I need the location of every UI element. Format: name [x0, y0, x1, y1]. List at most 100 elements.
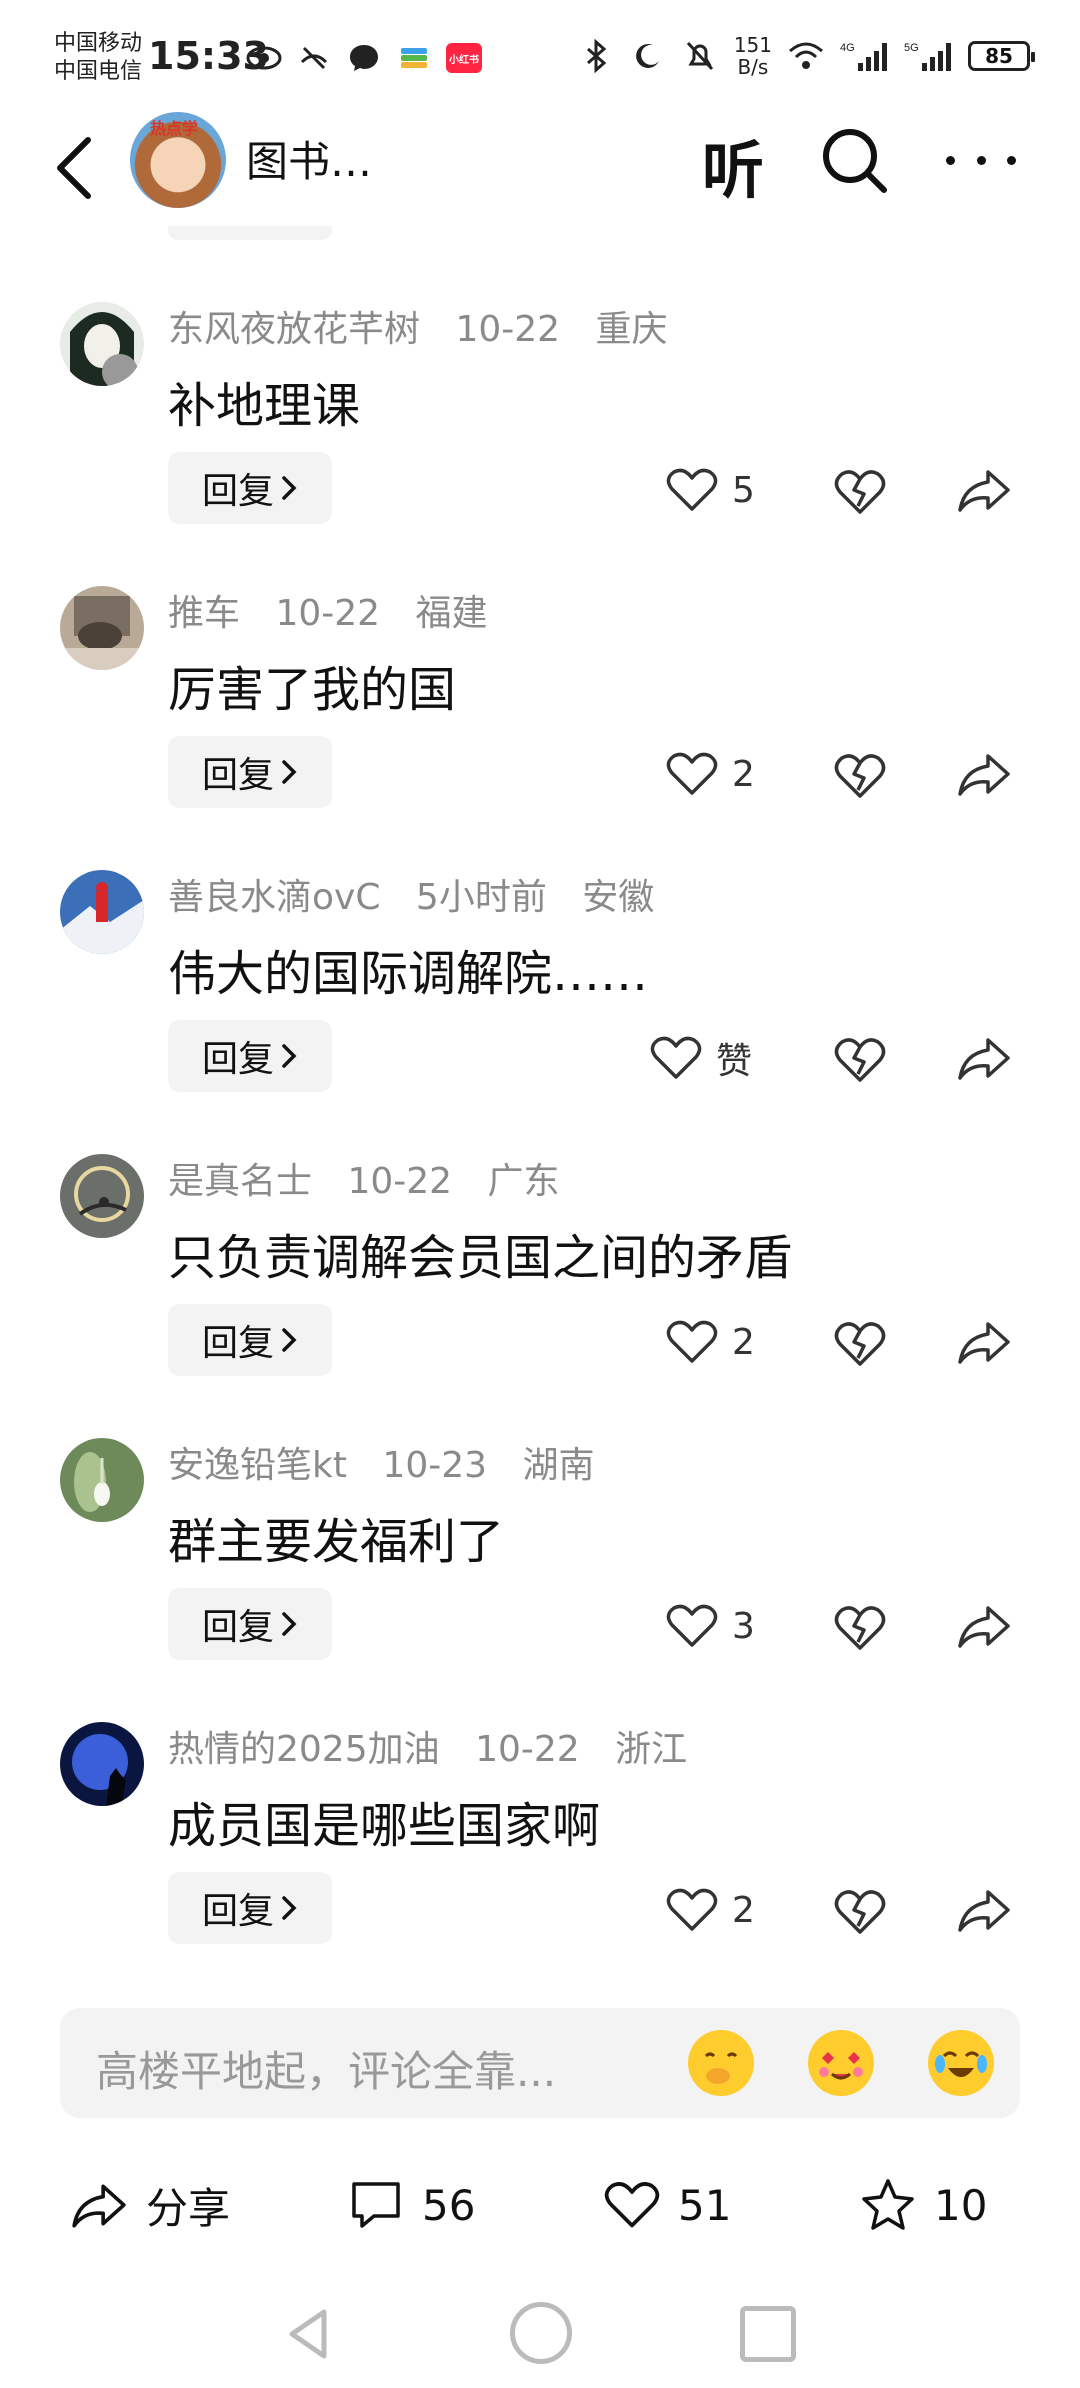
- reply-label: 回复: [201, 1323, 274, 1364]
- like-button[interactable]: 3: [666, 1598, 755, 1654]
- back-button[interactable]: [44, 132, 104, 204]
- comment-text[interactable]: 伟大的国际调解院……: [168, 934, 648, 1004]
- bluetooth-icon: [578, 38, 614, 74]
- system-nav-bar: [0, 2290, 1080, 2388]
- comment-location: 浙江: [615, 1729, 688, 1770]
- svg-text:热点学: 热点学: [150, 119, 198, 138]
- comment-input[interactable]: 高楼平地起，评论全靠...: [60, 2008, 1020, 2118]
- broken-heart-icon: [834, 754, 886, 798]
- star-icon: [862, 2179, 914, 2230]
- comment-username[interactable]: 推车: [168, 593, 240, 634]
- comments-button[interactable]: 56: [348, 2172, 475, 2238]
- user-avatar[interactable]: [60, 1154, 144, 1238]
- heart-icon: [604, 2182, 660, 2228]
- group-avatar[interactable]: 热点学: [130, 112, 226, 208]
- user-avatar[interactable]: [60, 1438, 144, 1522]
- like-count: 3: [732, 1605, 755, 1647]
- broken-heart-icon: [834, 1322, 886, 1366]
- reply-button[interactable]: 回复: [168, 1304, 332, 1376]
- comment-username[interactable]: 是真名士: [168, 1161, 312, 1202]
- reply-button[interactable]: 回复: [168, 1588, 332, 1660]
- heart-icon: [666, 1320, 718, 1363]
- share-button[interactable]: [956, 1598, 1012, 1654]
- chevron-right-icon: [282, 476, 297, 500]
- share-button[interactable]: [956, 1314, 1012, 1370]
- dislike-button[interactable]: [832, 1314, 888, 1370]
- user-avatar[interactable]: [60, 870, 144, 954]
- heart-icon: [666, 1604, 718, 1647]
- like-label: 赞: [716, 1041, 753, 1082]
- comment-username[interactable]: 善良水滴ovC: [168, 877, 380, 918]
- like-button[interactable]: 2: [666, 1882, 755, 1938]
- comment-text[interactable]: 群主要发福利了: [168, 1502, 504, 1572]
- listen-button[interactable]: 听: [702, 120, 764, 210]
- share-button[interactable]: [956, 1030, 1012, 1086]
- comment-username[interactable]: 东风夜放花芊树: [168, 309, 420, 350]
- moon-icon: [630, 38, 666, 74]
- chevron-left-icon: [57, 137, 91, 199]
- reply-button[interactable]: 回复: [168, 736, 332, 808]
- emoji-love-icon: [810, 2032, 872, 2094]
- emoji-shush-button[interactable]: [688, 2030, 754, 2096]
- user-avatar[interactable]: [60, 586, 144, 670]
- broken-heart-icon: [834, 1038, 886, 1082]
- notification-icons: 小红书: [246, 40, 482, 76]
- carrier-1: 中国移动: [54, 31, 143, 56]
- comment-meta: 热情的2025加油 10-22 浙江: [168, 1720, 711, 1772]
- comment-date: 10-22: [347, 1161, 453, 1202]
- reply-label: 回复: [201, 1039, 274, 1080]
- more-button[interactable]: [946, 140, 1016, 180]
- comment-text[interactable]: 补地理课: [168, 366, 360, 436]
- emoji-laugh-cry-button[interactable]: [928, 2030, 994, 2096]
- search-icon: [823, 129, 887, 193]
- nav-recents-button[interactable]: [740, 2306, 796, 2362]
- favorite-button[interactable]: 10: [860, 2172, 987, 2238]
- comment-date: 10-22: [455, 309, 561, 350]
- heart-icon: [666, 1888, 718, 1931]
- previous-reply-button-edge: [168, 226, 332, 240]
- dislike-button[interactable]: [832, 746, 888, 802]
- page-title[interactable]: 图书…: [246, 128, 372, 189]
- comment-username[interactable]: 热情的2025加油: [168, 1729, 440, 1770]
- share-arrow-icon: [958, 1890, 1010, 1932]
- comment-location: 安徽: [582, 877, 655, 918]
- emoji-love-button[interactable]: [808, 2030, 874, 2096]
- reply-button[interactable]: 回复: [168, 1872, 332, 1944]
- comment-text[interactable]: 厉害了我的国: [168, 650, 456, 720]
- share-arrow-icon: [958, 1606, 1010, 1648]
- like-button[interactable]: 2: [666, 746, 755, 802]
- share-button[interactable]: [956, 462, 1012, 518]
- comment-item: 东风夜放花芊树 10-22 重庆 补地理课 回复 5: [0, 296, 1080, 580]
- broken-heart-icon: [834, 1890, 886, 1934]
- comment-username[interactable]: 安逸铅笔kt: [168, 1445, 347, 1486]
- bottom-action-bar: 分享 56 51 10: [0, 2160, 1080, 2250]
- comment-text[interactable]: 只负责调解会员国之间的矛盾: [168, 1218, 792, 1288]
- comment-text[interactable]: 成员国是哪些国家啊: [168, 1786, 600, 1856]
- like-button[interactable]: 2: [666, 1314, 755, 1370]
- message-icon: [346, 40, 382, 76]
- like-button[interactable]: 5: [666, 462, 755, 518]
- user-avatar[interactable]: [60, 1722, 144, 1806]
- like-post-button[interactable]: 51: [604, 2172, 731, 2238]
- more-dot-icon: [976, 155, 986, 165]
- reply-button[interactable]: 回复: [168, 1020, 332, 1092]
- share-label: 分享: [146, 2183, 231, 2233]
- dislike-button[interactable]: [832, 1882, 888, 1938]
- carrier-labels: 中国移动 中国电信: [54, 30, 142, 86]
- share-button[interactable]: [956, 746, 1012, 802]
- nav-back-button[interactable]: [280, 2304, 340, 2364]
- carrier-2: 中国电信: [54, 59, 143, 84]
- search-button[interactable]: [818, 124, 890, 196]
- share-post-button[interactable]: 分享: [70, 2172, 230, 2238]
- share-arrow-icon: [958, 470, 1010, 512]
- nav-home-button[interactable]: [510, 2302, 572, 2364]
- like-button[interactable]: 赞: [650, 1030, 752, 1086]
- dislike-button[interactable]: [832, 462, 888, 518]
- heart-icon: [666, 468, 718, 511]
- reply-button[interactable]: 回复: [168, 452, 332, 524]
- dislike-button[interactable]: [832, 1598, 888, 1654]
- share-button[interactable]: [956, 1882, 1012, 1938]
- user-avatar[interactable]: [60, 302, 144, 386]
- dislike-button[interactable]: [832, 1030, 888, 1086]
- chevron-right-icon: [282, 760, 297, 784]
